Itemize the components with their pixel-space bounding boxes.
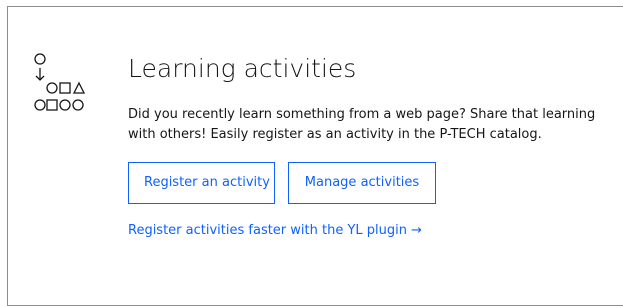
activity-flow-pictogram-icon <box>34 53 86 111</box>
manage-activities-button[interactable]: Manage activities <box>288 162 436 204</box>
register-activity-button[interactable]: Register an activity <box>128 162 275 204</box>
card-title: Learning activities <box>128 54 357 83</box>
card-description: Did you recently learn something from a … <box>128 107 596 142</box>
yl-plugin-link[interactable]: Register activities faster with the YL p… <box>128 221 422 241</box>
arrow-right-icon: → <box>411 223 422 238</box>
learning-activities-card <box>7 6 623 306</box>
yl-plugin-link-label: Register activities faster with the YL p… <box>128 223 407 238</box>
